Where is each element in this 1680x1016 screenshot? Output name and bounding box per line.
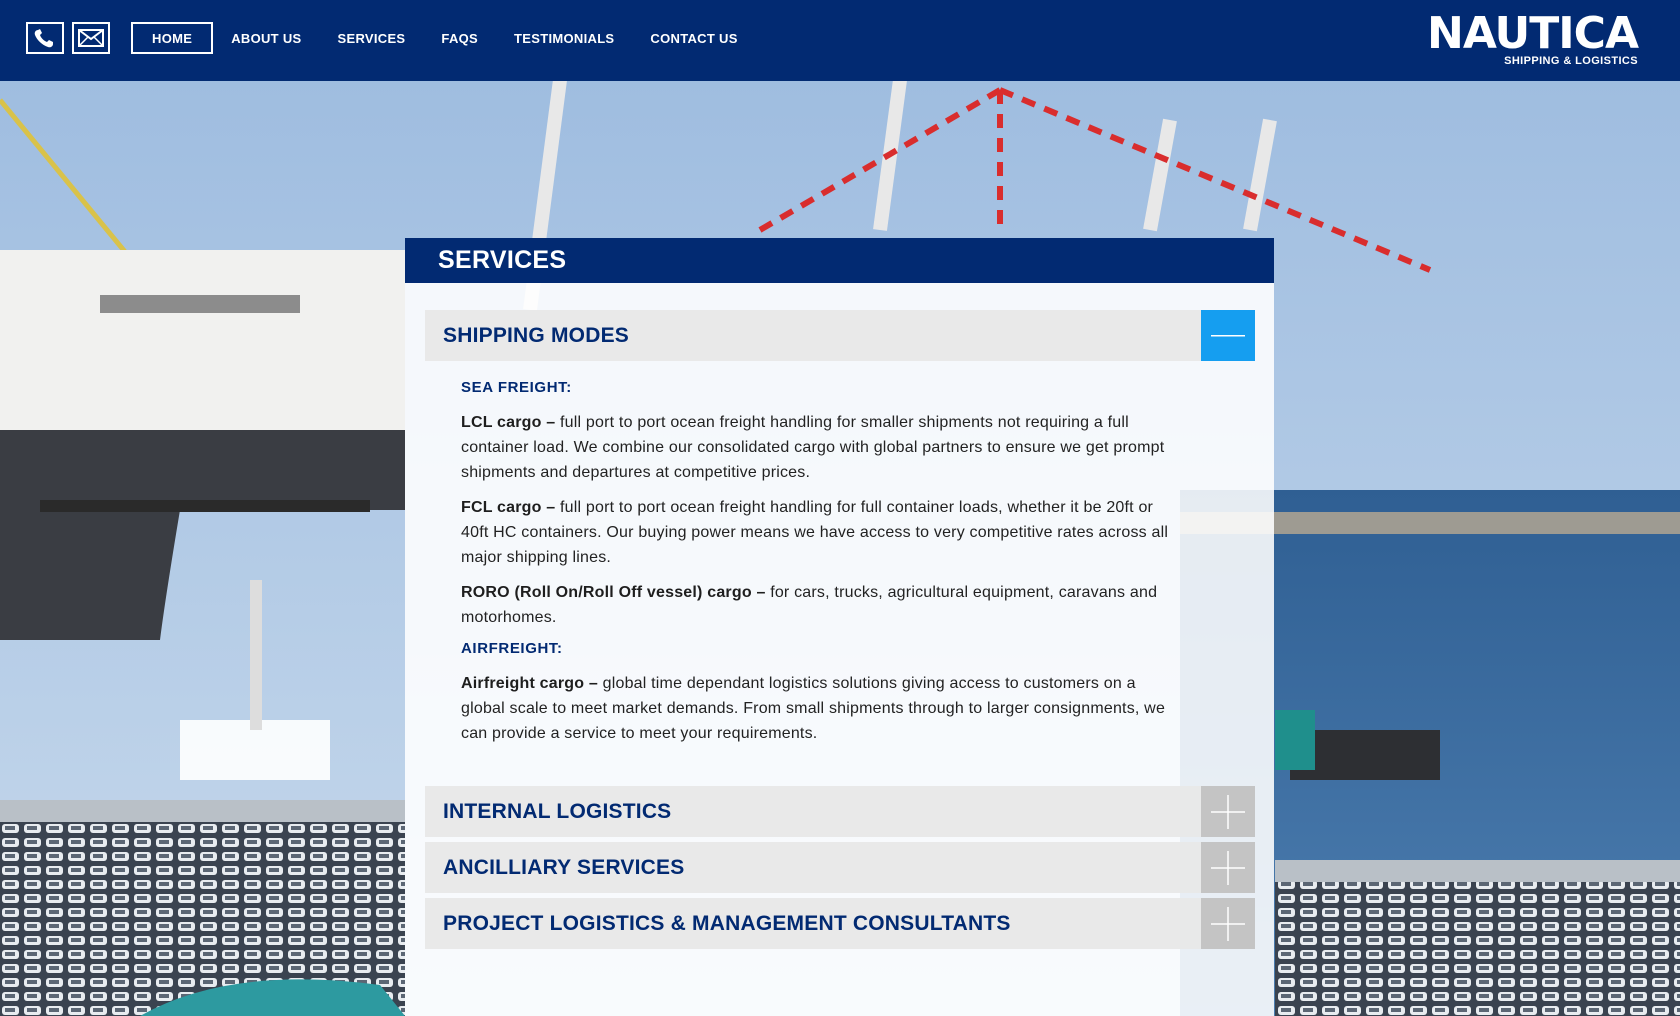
nav-home[interactable]: HOME: [131, 22, 214, 54]
service-term: Airfreight cargo –: [461, 675, 598, 692]
service-item-lcl: LCL cargo – full port to port ocean frei…: [461, 410, 1175, 485]
minus-icon: [1211, 334, 1245, 336]
nav-about-us[interactable]: ABOUT US: [213, 22, 319, 54]
plus-icon: [1211, 794, 1245, 829]
service-item-airfreight: Airfreight cargo – global time dependant…: [461, 671, 1175, 746]
service-description: full port to port ocean freight handling…: [461, 414, 1165, 481]
service-term: FCL cargo –: [461, 499, 556, 516]
nav-testimonials[interactable]: TESTIMONIALS: [496, 22, 632, 54]
service-item-roro: RORO (Roll On/Roll Off vessel) cargo – f…: [461, 580, 1175, 630]
subsection-heading-airfreight: AIRFREIGHT:: [461, 640, 563, 657]
accordion-header-shipping-modes[interactable]: SHIPPING MODES: [425, 310, 1255, 361]
plus-icon: [1211, 850, 1245, 885]
service-item-fcl: FCL cargo – full port to port ocean frei…: [461, 495, 1175, 570]
service-description: full port to port ocean freight handling…: [461, 499, 1169, 566]
top-navigation-bar: HOME ABOUT US SERVICES FAQS TESTIMONIALS…: [0, 0, 1680, 81]
expand-button[interactable]: [1201, 898, 1255, 949]
accordion-title: PROJECT LOGISTICS & MANAGEMENT CONSULTAN…: [443, 911, 1011, 935]
collapse-button[interactable]: [1201, 310, 1255, 361]
expand-button[interactable]: [1201, 786, 1255, 837]
page-title: SERVICES: [405, 238, 1274, 283]
accordion-title: ANCILLIARY SERVICES: [443, 855, 685, 879]
accordion-header-ancilliary-services[interactable]: ANCILLIARY SERVICES: [425, 842, 1255, 893]
plus-icon: [1211, 906, 1245, 941]
service-term: RORO (Roll On/Roll Off vessel) cargo –: [461, 584, 766, 601]
accordion-header-project-logistics[interactable]: PROJECT LOGISTICS & MANAGEMENT CONSULTAN…: [425, 898, 1255, 949]
logo-wordmark: NAUTICA: [1427, 8, 1639, 59]
accordion-title: INTERNAL LOGISTICS: [443, 799, 672, 823]
accordion-header-internal-logistics[interactable]: INTERNAL LOGISTICS: [425, 786, 1255, 837]
nav-contact-us[interactable]: CONTACT US: [632, 22, 755, 54]
service-term: LCL cargo –: [461, 414, 556, 431]
phone-icon: [34, 29, 53, 48]
accordion-title: SHIPPING MODES: [443, 323, 629, 347]
nav-services[interactable]: SERVICES: [320, 22, 424, 54]
envelope-icon: [78, 29, 104, 47]
main-nav: HOME ABOUT US SERVICES FAQS TESTIMONIALS…: [131, 22, 756, 54]
nav-faqs[interactable]: FAQS: [423, 22, 496, 54]
phone-button[interactable]: [26, 22, 64, 54]
accordion-body-shipping-modes: SEA FREIGHT: LCL cargo – full port to po…: [425, 361, 1255, 781]
nautica-logo[interactable]: NAUTICA SHIPPING & LOGISTICS: [1427, 8, 1639, 68]
email-button[interactable]: [72, 22, 110, 54]
services-accordion: SHIPPING MODES SEA FREIGHT: LCL cargo – …: [425, 310, 1255, 949]
subsection-heading-sea-freight: SEA FREIGHT:: [461, 379, 572, 396]
services-panel: SERVICES SHIPPING MODES SEA FREIGHT: LCL…: [405, 238, 1274, 1016]
expand-button[interactable]: [1201, 842, 1255, 893]
